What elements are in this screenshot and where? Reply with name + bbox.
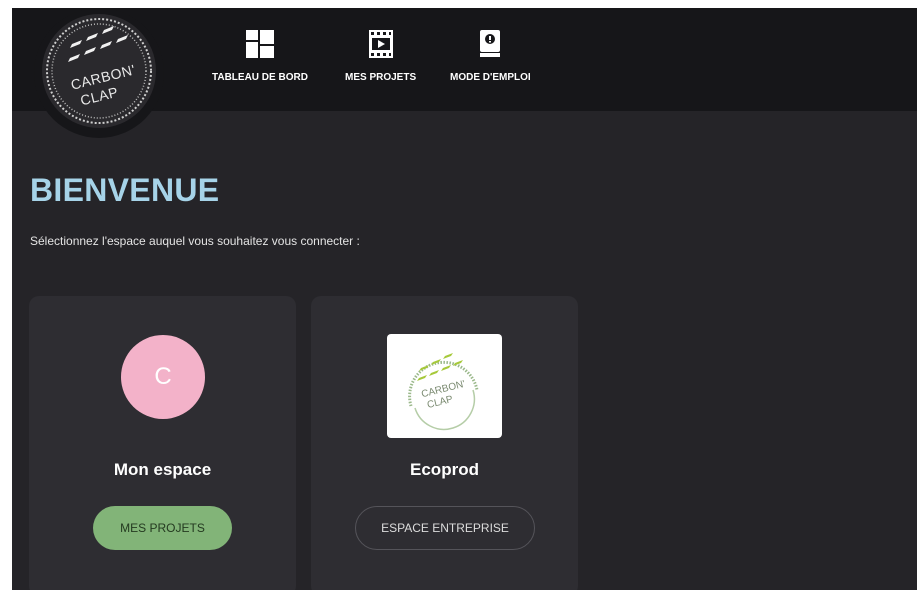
nav-item-mes-projets[interactable]: MES PROJETS <box>345 30 416 100</box>
espace-entreprise-button[interactable]: ESPACE ENTREPRISE <box>355 506 535 550</box>
nav-item-tableau-de-bord[interactable]: TABLEAU DE BORD <box>212 30 308 100</box>
avatar: C <box>121 335 205 419</box>
film-icon <box>368 30 393 58</box>
page-title: BIENVENUE <box>30 172 220 208</box>
manual-icon <box>480 30 501 57</box>
nav-item-mode-d-emploi[interactable]: MODE D'EMPLOI <box>450 30 531 100</box>
card-title: Mon espace <box>113 460 212 479</box>
mes-projets-button[interactable]: MES PROJETS <box>93 506 232 550</box>
card-title: Ecoprod <box>410 460 479 479</box>
ecoprod-logo: CARBON' CLAP <box>387 334 502 438</box>
top-navigation-bar: CARBON' CLAP TABLEAU DE BORD MES PROJETS… <box>12 8 917 138</box>
page-subtitle: Sélectionnez l'espace auquel vous souhai… <box>30 234 360 248</box>
nav-item-label: TABLEAU DE BORD <box>212 72 308 83</box>
nav-item-label: MODE D'EMPLOI <box>450 72 531 83</box>
app-frame: CARBON' CLAP TABLEAU DE BORD MES PROJETS… <box>12 8 917 590</box>
avatar-letter: C <box>154 363 172 390</box>
space-card-ecoprod[interactable]: CARBON' CLAP Ecoprod ESPACE ENTREPRISE <box>311 296 578 590</box>
space-card-mon-espace[interactable]: C Mon espace MES PROJETS <box>29 296 296 590</box>
carbon-clap-logo: CARBON' CLAP <box>42 14 156 128</box>
dashboard-icon <box>245 30 274 58</box>
logo-container[interactable]: CARBON' CLAP <box>34 8 164 138</box>
nav-item-label: MES PROJETS <box>345 72 417 83</box>
